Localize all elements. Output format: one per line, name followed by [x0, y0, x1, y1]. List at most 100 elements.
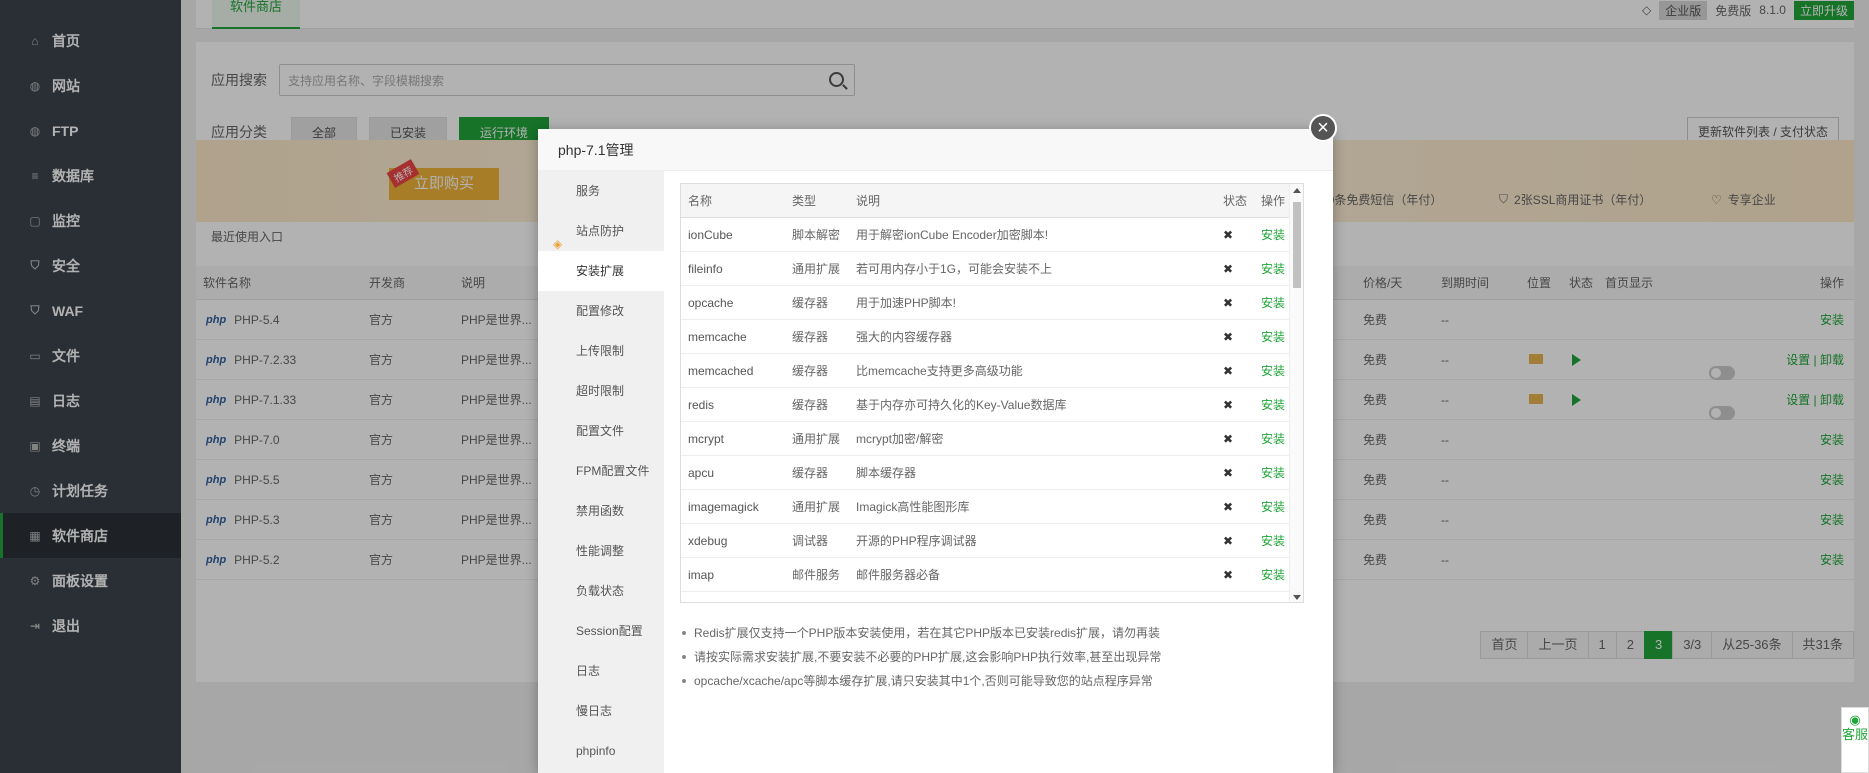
dialog-menu-item[interactable]: ◈ 站点防护 [538, 211, 664, 251]
ext-name: mcrypt [688, 431, 724, 446]
extension-row: imap 邮件服务 邮件服务器必备 ✖ 安装 [681, 558, 1303, 592]
install-link[interactable]: 安装 [1261, 260, 1285, 277]
col-ext-op: 操作 [1261, 194, 1286, 208]
dialog-menu-label: 超时限制 [576, 384, 625, 398]
ext-desc: 用于解密ionCube Encoder加密脚本! [856, 228, 1049, 242]
dialog-menu-item[interactable]: 配置文件 [538, 411, 664, 451]
ext-desc: 基于内存亦可持久化的Key-Value数据库 [856, 398, 1067, 412]
ext-name: memcache [688, 329, 747, 344]
table-scrollbar[interactable] [1289, 184, 1303, 602]
ext-type: 邮件服务 [792, 568, 841, 582]
ext-name: apcu [688, 465, 715, 480]
dialog-menu-label: 服务 [576, 184, 601, 198]
install-link[interactable]: 安装 [1261, 498, 1285, 515]
extension-table-header: 名称 类型 说明 状态 操作 [681, 184, 1303, 218]
dialog-menu-item[interactable]: 安装扩展 [538, 251, 664, 291]
dialog-menu-item[interactable]: 超时限制 [538, 371, 664, 411]
status-x-icon: ✖ [1223, 567, 1234, 582]
ext-name: redis [688, 397, 715, 412]
note-item: Redis扩展仅支持一个PHP版本安装使用，若在其它PHP版本已安装redis扩… [680, 621, 1161, 645]
ext-type: 脚本解密 [792, 228, 841, 242]
scroll-thumb[interactable] [1293, 202, 1301, 288]
scroll-up-icon[interactable] [1293, 188, 1301, 193]
ext-desc: 比memcache支持更多高级功能 [856, 364, 1023, 378]
col-ext-type: 类型 [792, 194, 817, 208]
dialog-menu-item[interactable]: 禁用函数 [538, 491, 664, 531]
status-x-icon: ✖ [1223, 397, 1234, 412]
extension-row: memcache 缓存器 强大的内容缓存器 ✖ 安装 [681, 320, 1303, 354]
status-x-icon: ✖ [1223, 261, 1234, 276]
scroll-down-icon[interactable] [1293, 595, 1301, 600]
dialog-menu-item[interactable]: 配置修改 [538, 291, 664, 331]
install-link[interactable]: 安装 [1261, 226, 1285, 243]
ext-name: memcached [688, 363, 754, 378]
php-manage-dialog: php-7.1管理 × 服务 ◈ 站点防护 安装扩展 配置修改 上传限制 超时限制 配置文件 F… [538, 114, 1337, 773]
dialog-menu-label: Session配置 [576, 624, 643, 638]
ext-name: imagemagick [688, 499, 759, 514]
extension-row: xdebug 调试器 开源的PHP程序调试器 ✖ 安装 [681, 524, 1303, 558]
install-link[interactable]: 安装 [1261, 362, 1285, 379]
extension-row: fileinfo 通用扩展 若可用内存小于1G，可能会安装不上 ✖ 安装 [681, 252, 1303, 286]
ext-desc: 用于加速PHP脚本! [856, 296, 957, 310]
install-link[interactable]: 安装 [1261, 294, 1285, 311]
note-item: opcache/xcache/apc等脚本缓存扩展,请只安装其中1个,否则可能导… [680, 669, 1161, 693]
status-x-icon: ✖ [1223, 431, 1234, 446]
install-link[interactable]: 安装 [1261, 464, 1285, 481]
ext-desc: 脚本缓存器 [856, 466, 917, 480]
col-ext-desc: 说明 [856, 194, 881, 208]
status-x-icon: ✖ [1223, 499, 1234, 514]
ext-desc: mcrypt加密/解密 [856, 432, 944, 446]
ext-name: xdebug [688, 533, 728, 548]
ext-type: 通用扩展 [792, 262, 841, 276]
dialog-menu-label: 日志 [576, 664, 601, 678]
dialog-menu-label: FPM配置文件 [576, 464, 650, 478]
extension-row: memcached 缓存器 比memcache支持更多高级功能 ✖ 安装 [681, 354, 1303, 388]
ext-type: 缓存器 [792, 364, 829, 378]
dialog-menu-label: 禁用函数 [576, 504, 625, 518]
extension-row: ionCube 脚本解密 用于解密ionCube Encoder加密脚本! ✖ 安装 [681, 218, 1303, 252]
kefu-label: 客服 [1842, 727, 1869, 742]
dialog-menu-item[interactable]: 服务 [538, 171, 664, 211]
status-x-icon: ✖ [1223, 227, 1234, 242]
status-x-icon: ✖ [1223, 329, 1234, 344]
ext-type: 调试器 [792, 534, 829, 548]
dialog-menu-item[interactable]: phpinfo [538, 731, 664, 771]
ext-desc: 开源的PHP程序调试器 [856, 534, 977, 548]
ext-type: 通用扩展 [792, 500, 841, 514]
dialog-body: 名称 类型 说明 状态 操作 ionCube 脚本解密 用于解密ionCube En… [664, 171, 1333, 773]
extension-row: redis 缓存器 基于内存亦可持久化的Key-Value数据库 ✖ 安装 [681, 388, 1303, 422]
note-item: 请按实际需求安装扩展,不要安装不必要的PHP扩展,这会影响PHP执行效率,甚至出… [680, 645, 1161, 669]
status-x-icon: ✖ [1223, 295, 1234, 310]
dialog-menu-item[interactable]: 性能调整 [538, 531, 664, 571]
chat-icon: ◉ [1849, 712, 1861, 727]
ext-type: 缓存器 [792, 330, 829, 344]
dialog-menu-item[interactable]: 日志 [538, 651, 664, 691]
dialog-menu-label: 慢日志 [576, 704, 613, 718]
notes-list: Redis扩展仅支持一个PHP版本安装使用，若在其它PHP版本已安装redis扩… [680, 621, 1161, 693]
install-link[interactable]: 安装 [1261, 396, 1285, 413]
ext-type: 缓存器 [792, 398, 829, 412]
dialog-menu-item[interactable]: Session配置 [538, 611, 664, 651]
col-ext-status: 状态 [1223, 194, 1248, 208]
col-ext-name: 名称 [688, 194, 713, 208]
ext-desc: 强大的内容缓存器 [856, 330, 953, 344]
extension-row: apcu 缓存器 脚本缓存器 ✖ 安装 [681, 456, 1303, 490]
dialog-menu-item[interactable]: FPM配置文件 [538, 451, 664, 491]
dialog-menu-label: 配置文件 [576, 424, 625, 438]
close-icon[interactable]: × [1309, 114, 1337, 142]
install-link[interactable]: 安装 [1261, 532, 1285, 549]
install-link[interactable]: 安装 [1261, 566, 1285, 583]
dialog-menu-label: 安装扩展 [576, 264, 625, 278]
dialog-menu-item[interactable]: 负载状态 [538, 571, 664, 611]
dialog-menu-label: 负载状态 [576, 584, 625, 598]
customer-service-button[interactable]: ◉ 客服 [1841, 707, 1869, 773]
dialog-menu-label: 上传限制 [576, 344, 625, 358]
install-link[interactable]: 安装 [1261, 430, 1285, 447]
dialog-menu-item[interactable]: 慢日志 [538, 691, 664, 731]
status-x-icon: ✖ [1223, 533, 1234, 548]
dialog-menu-label: 性能调整 [576, 544, 625, 558]
ext-name: imap [688, 567, 715, 582]
dialog-menu-item[interactable]: 上传限制 [538, 331, 664, 371]
dialog-menu-label: 站点防护 [576, 224, 625, 238]
install-link[interactable]: 安装 [1261, 328, 1285, 345]
